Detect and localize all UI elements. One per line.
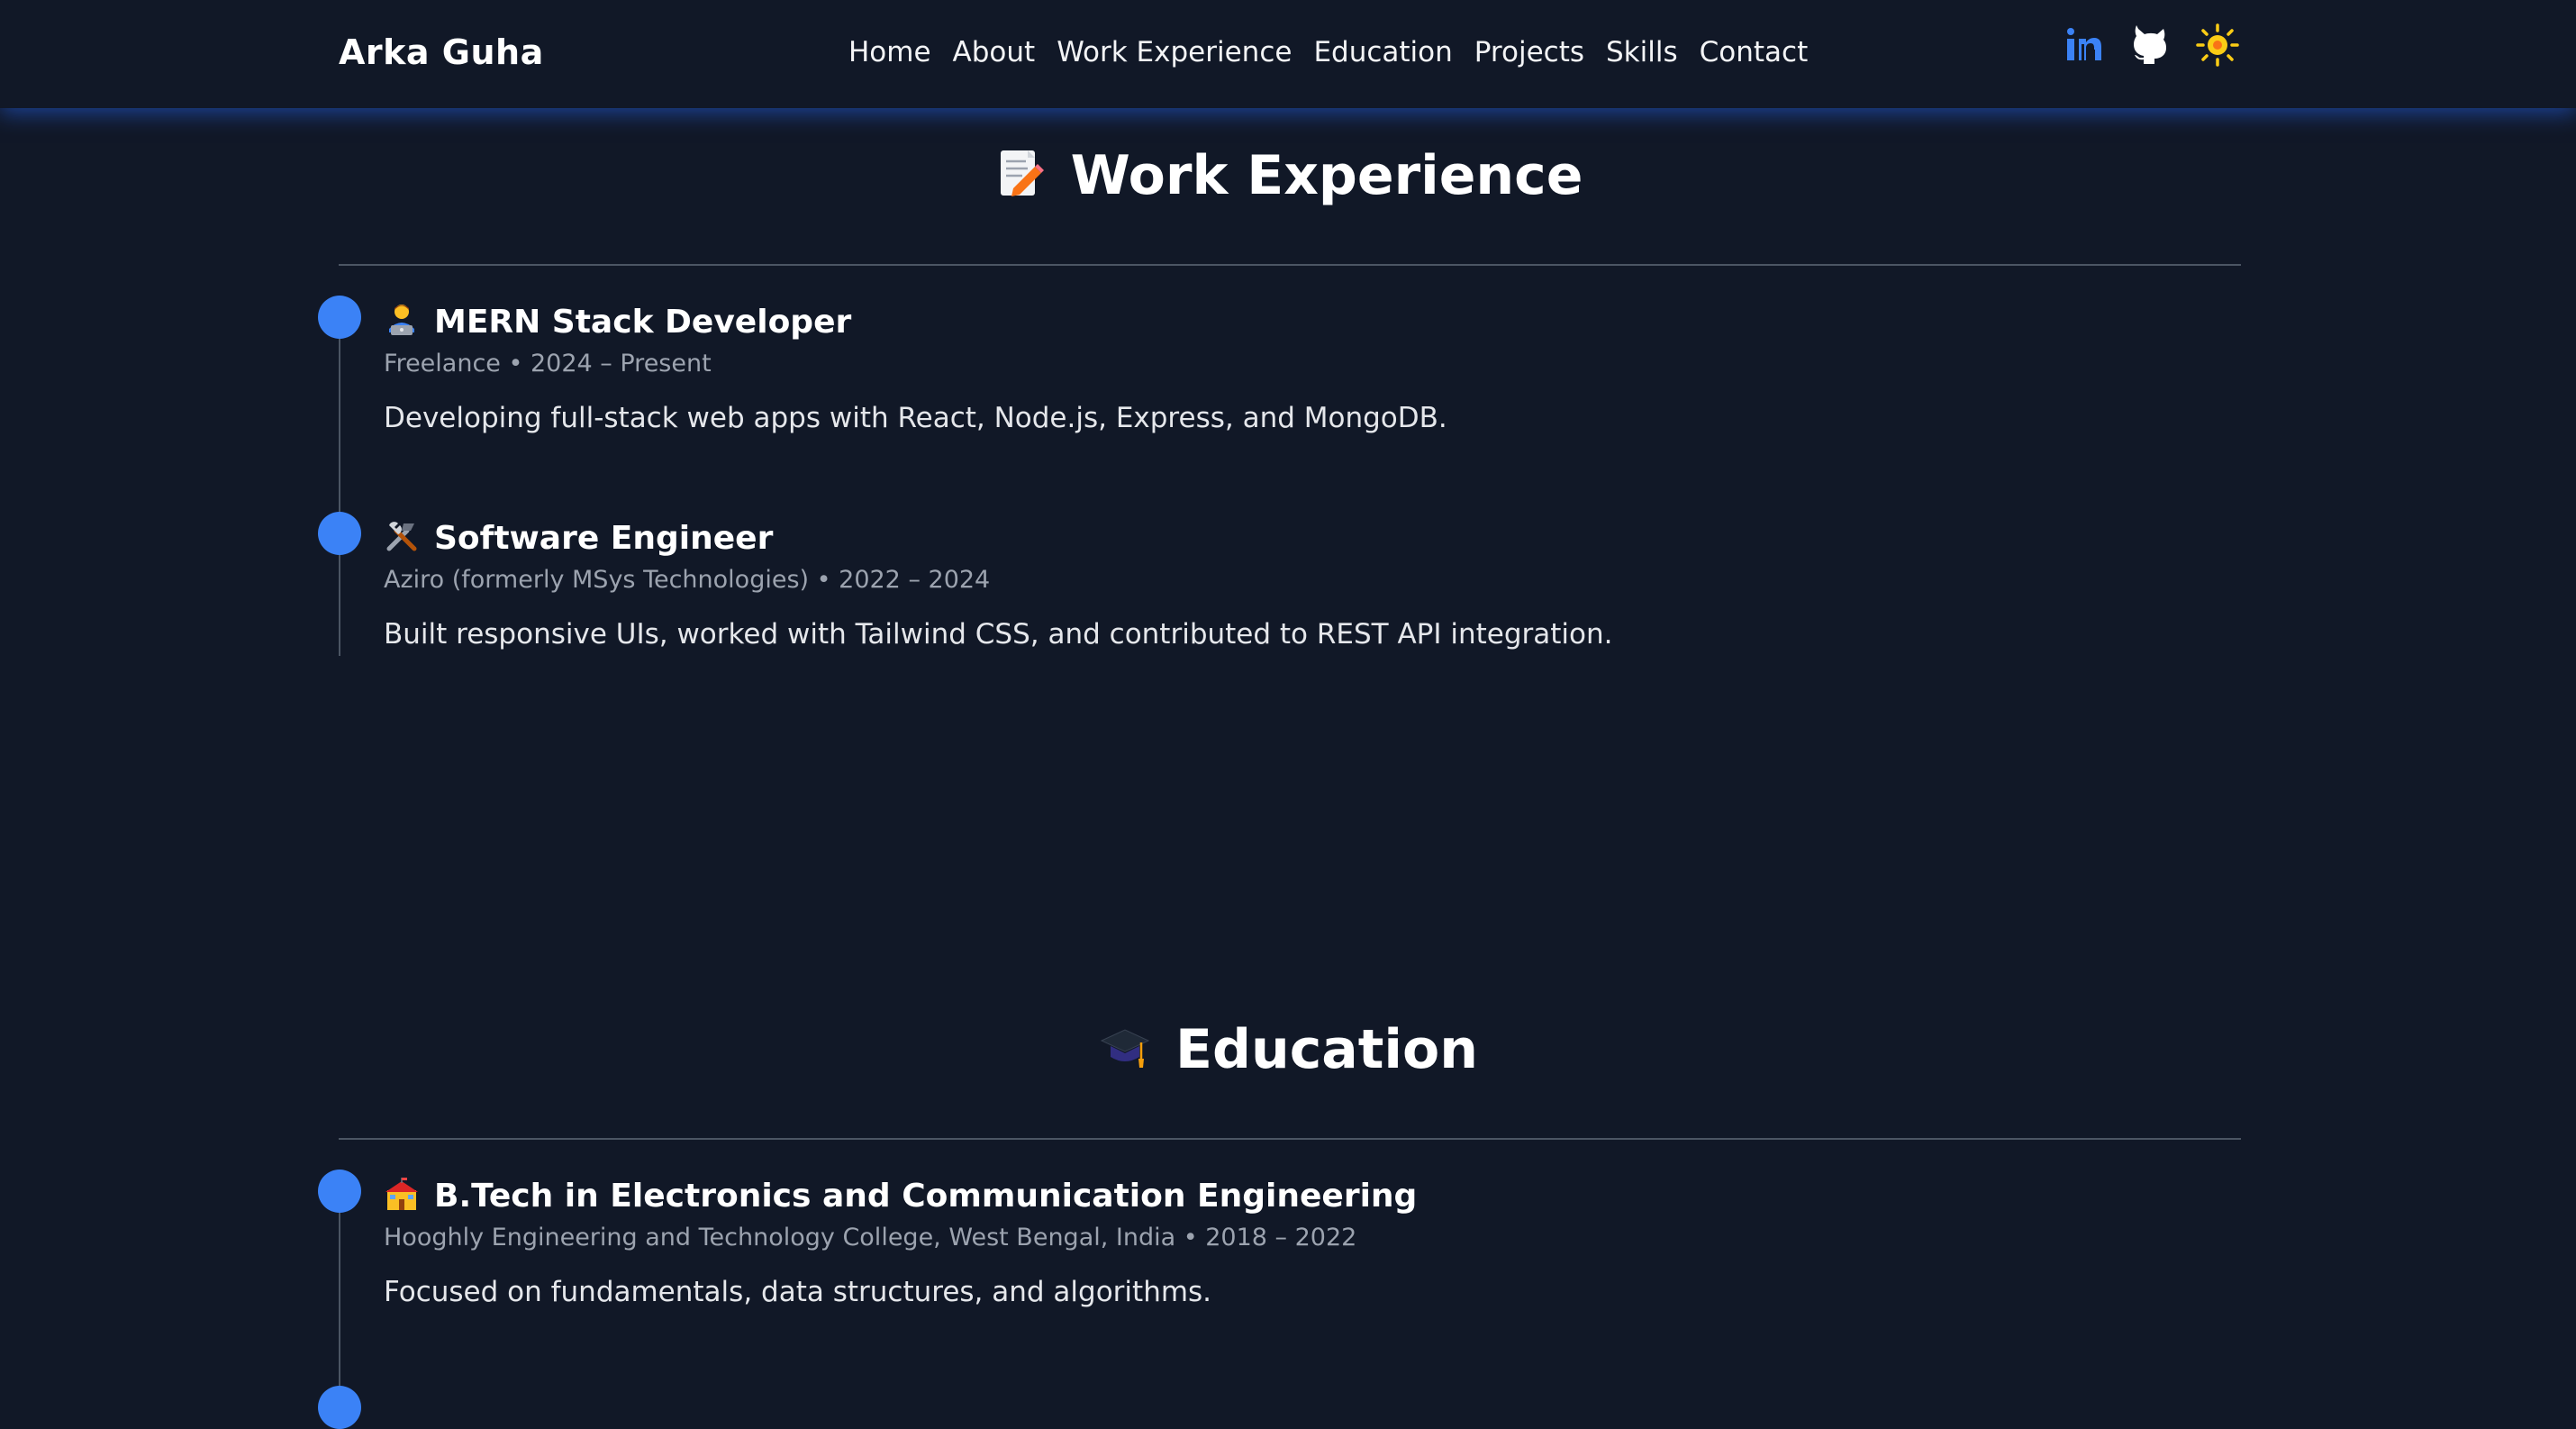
timeline-dot	[318, 1386, 361, 1429]
timeline-dot	[318, 512, 361, 555]
nav-link-education[interactable]: Education	[1313, 36, 1452, 68]
brand-logo[interactable]: Arka Guha	[339, 32, 544, 72]
graduation-cap-icon	[1098, 1021, 1152, 1075]
education-title: Education	[1175, 1018, 1478, 1081]
work-experience-title: Work Experience	[1070, 144, 1583, 207]
education-timeline-line	[339, 1198, 340, 1401]
job-description: Developing full-stack web apps with Reac…	[384, 402, 1447, 434]
timeline-dot	[318, 296, 361, 339]
work-experience-heading: Work Experience	[0, 144, 2576, 207]
theme-toggle-sun-icon[interactable]	[2196, 23, 2239, 67]
school-icon	[384, 1176, 420, 1212]
social-icons	[2063, 23, 2239, 67]
job-title: MERN Stack Developer	[384, 302, 851, 341]
nav-link-work-experience[interactable]: Work Experience	[1057, 36, 1292, 68]
linkedin-icon[interactable]	[2063, 23, 2106, 67]
nav-links: Home About Work Experience Education Pro…	[848, 36, 1808, 68]
tools-icon	[384, 518, 420, 554]
job-meta: Freelance • 2024 – Present	[384, 350, 712, 378]
memo-icon	[993, 147, 1048, 201]
nav-link-about[interactable]: About	[953, 36, 1036, 68]
education-divider	[339, 1138, 2241, 1140]
work-divider	[339, 264, 2241, 266]
degree-title: B.Tech in Electronics and Communication …	[384, 1176, 1417, 1215]
github-icon[interactable]	[2129, 23, 2172, 67]
degree-meta: Hooghly Engineering and Technology Colle…	[384, 1224, 1357, 1252]
education-heading: Education	[0, 1018, 2576, 1081]
nav-link-home[interactable]: Home	[848, 36, 931, 68]
nav-link-projects[interactable]: Projects	[1474, 36, 1584, 68]
nav-link-skills[interactable]: Skills	[1606, 36, 1678, 68]
nav-link-contact[interactable]: Contact	[1700, 36, 1809, 68]
timeline-dot	[318, 1170, 361, 1213]
degree-description: Focused on fundamentals, data structures…	[384, 1276, 1212, 1308]
job-title: Software Engineer	[384, 518, 773, 557]
job-description: Built responsive UIs, worked with Tailwi…	[384, 618, 1613, 651]
technologist-icon	[384, 302, 420, 338]
navbar: Arka Guha Home About Work Experience Edu…	[0, 0, 2576, 108]
job-meta: Aziro (formerly MSys Technologies) • 202…	[384, 566, 991, 594]
work-timeline-line	[339, 324, 340, 656]
